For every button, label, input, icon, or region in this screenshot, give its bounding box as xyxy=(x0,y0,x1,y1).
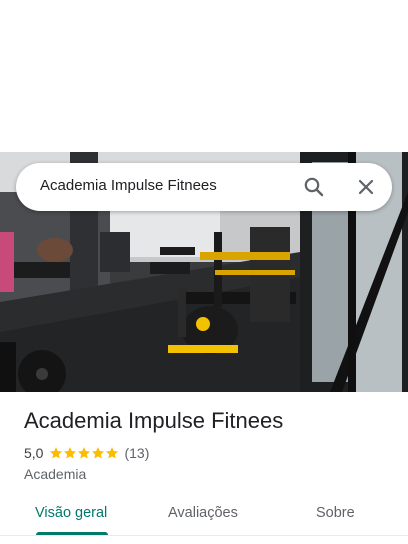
star-icon xyxy=(50,447,63,459)
place-tabs: Visão geral Avaliações Sobre xyxy=(0,496,408,536)
tab-reviews[interactable]: Avaliações xyxy=(168,505,238,521)
star-icon xyxy=(78,447,91,459)
tab-about[interactable]: Sobre xyxy=(316,505,355,521)
star-rating xyxy=(49,446,119,460)
search-input[interactable]: Academia Impulse Fitnees xyxy=(40,177,217,194)
map-area xyxy=(0,0,408,152)
place-category: Academia xyxy=(24,466,87,482)
close-icon[interactable] xyxy=(354,175,378,199)
rating-value: 5,0 xyxy=(24,445,44,461)
search-icon[interactable] xyxy=(302,175,326,199)
star-icon xyxy=(92,447,105,459)
tabs-divider xyxy=(0,535,408,536)
star-icon xyxy=(106,447,119,459)
star-icon xyxy=(64,447,77,459)
review-count[interactable]: (13) xyxy=(124,445,149,461)
tab-overview[interactable]: Visão geral xyxy=(35,505,107,521)
search-bar[interactable]: Academia Impulse Fitnees xyxy=(16,163,392,211)
rating-row[interactable]: 5,0 (13) xyxy=(24,445,149,461)
place-title: Academia Impulse Fitnees xyxy=(24,408,284,433)
